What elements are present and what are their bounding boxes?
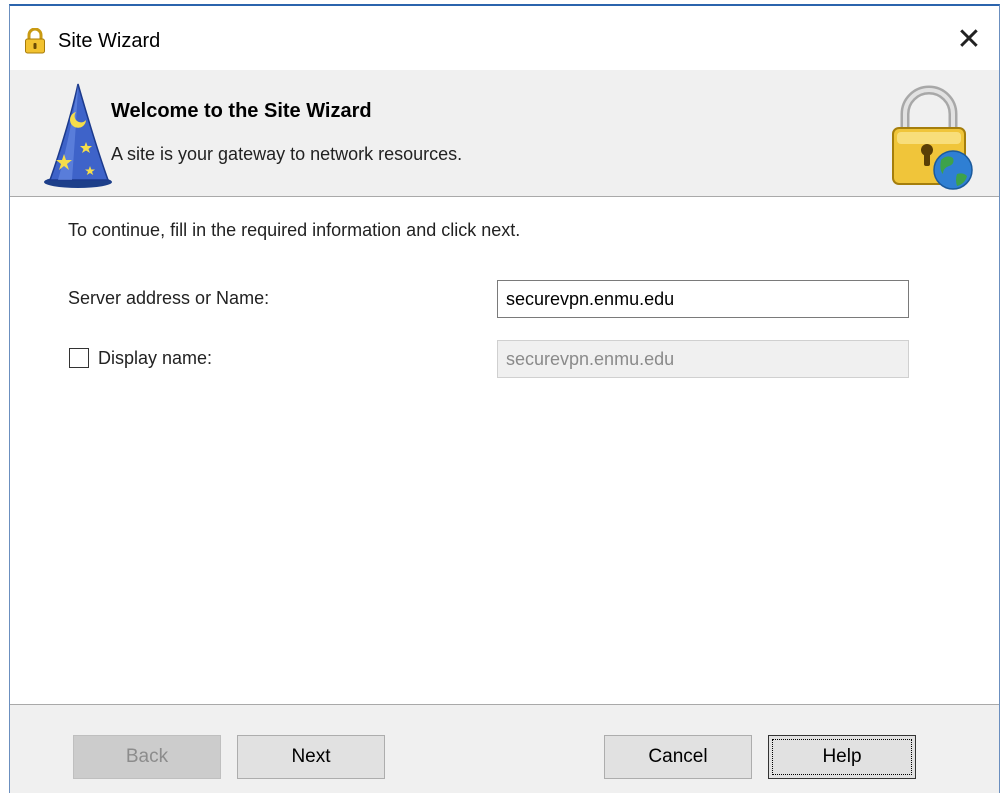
cancel-button-label: Cancel [648, 746, 708, 767]
cancel-button[interactable]: Cancel [604, 735, 752, 779]
server-address-input[interactable] [497, 280, 909, 318]
lock-globe-icon [892, 85, 973, 190]
site-wizard-window: Site Wizard ✕ Welcome to the Site Wizard… [9, 4, 1000, 793]
server-address-label: Server address or Name: [68, 288, 270, 308]
wizard-header: Welcome to the Site Wizard A site is you… [10, 70, 999, 197]
wizard-hat-icon [44, 83, 112, 188]
help-button[interactable]: Help [768, 735, 916, 779]
button-bar: Back Next Cancel Help [10, 704, 999, 793]
instructions-text: To continue, fill in the required inform… [68, 220, 521, 240]
close-button[interactable]: ✕ [949, 20, 989, 60]
back-button: Back [73, 735, 221, 779]
header-subtitle: A site is your gateway to network resour… [111, 144, 463, 164]
display-name-checkbox[interactable] [69, 348, 89, 368]
title-bar[interactable]: Site Wizard ✕ [10, 6, 999, 70]
next-button[interactable]: Next [237, 735, 385, 779]
display-name-label: Display name: [98, 348, 213, 368]
close-icon: ✕ [956, 23, 982, 56]
next-button-label: Next [291, 746, 331, 767]
window-title: Site Wizard [58, 30, 161, 52]
help-button-label: Help [822, 746, 862, 767]
header-title: Welcome to the Site Wizard [111, 100, 372, 122]
display-name-input [497, 340, 909, 378]
lock-icon [25, 28, 45, 54]
